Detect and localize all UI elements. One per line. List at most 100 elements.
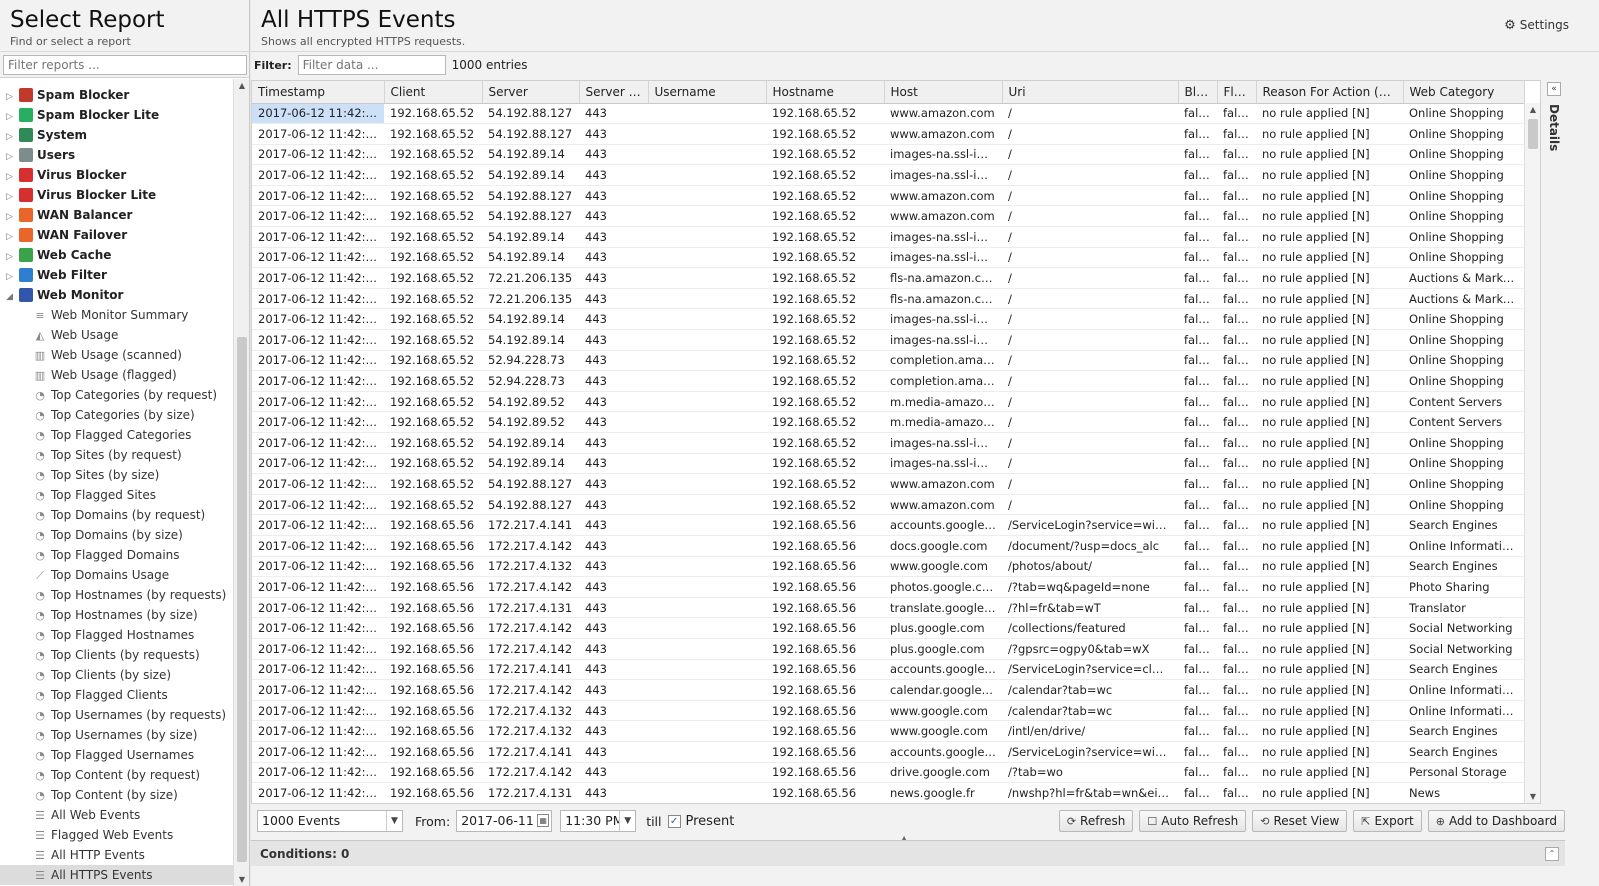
tree-item-web-cache[interactable]: ▷ Web Cache [0, 245, 234, 265]
report-item[interactable]: ≡ Web Monitor Summary [0, 305, 234, 325]
column-header[interactable]: Username [648, 81, 767, 104]
scroll-down-arrow-icon[interactable]: ▼ [234, 875, 250, 884]
table-row[interactable]: 2017-06-12 11:42:1... 192.168.65.56 172.21… [252, 556, 1524, 578]
column-header[interactable]: Client [384, 81, 483, 104]
table-row[interactable]: 2017-06-12 11:42:5... 192.168.65.52 54.192… [252, 144, 1524, 166]
tree-expand-icon[interactable]: ▷ [6, 147, 16, 167]
column-header[interactable]: Reason For Action (We... [1256, 81, 1404, 104]
table-row[interactable]: 2017-06-12 11:42:4... 192.168.65.52 54.192… [252, 308, 1524, 331]
table-row[interactable]: 2017-06-12 11:42:4... 192.168.65.52 72.21.… [252, 288, 1524, 310]
auto-refresh-button[interactable]: ☐ Auto Refresh [1139, 810, 1247, 832]
tree-expand-icon[interactable]: ▷ [6, 127, 16, 147]
table-row[interactable]: 2017-06-12 11:42:5... 192.168.65.52 54.192… [252, 164, 1524, 186]
report-item[interactable]: ◔ Top Categories (by size) [0, 405, 234, 425]
tree-expand-icon[interactable]: ▷ [6, 107, 16, 127]
report-item[interactable]: ◔ Top Domains (by request) [0, 505, 234, 525]
report-item[interactable]: ☰ All HTTPS Events [0, 865, 234, 885]
report-item[interactable]: ▥ Web Usage (scanned) [0, 345, 234, 365]
tree-item-wan-balancer[interactable]: ▷ WAN Balancer [0, 205, 234, 225]
table-row[interactable]: 2017-06-12 11:42:4... 192.168.65.52 54.192… [252, 329, 1524, 351]
export-button[interactable]: ⇱ Export [1353, 810, 1422, 832]
report-item[interactable]: ◔ Top Flagged Hostnames [0, 625, 234, 645]
report-item[interactable]: ☰ All Web Events [0, 805, 234, 825]
report-tree-scrollbar[interactable]: ▲ ▼ [233, 79, 249, 886]
from-time-field[interactable]: 11:30 PM ▼ [560, 810, 637, 832]
report-item[interactable]: ◔ Top Flagged Usernames [0, 745, 234, 765]
chevron-down-icon[interactable]: ▼ [386, 811, 402, 831]
scroll-up-arrow-icon[interactable]: ▲ [234, 81, 250, 90]
table-row[interactable]: 2017-06-12 11:42:4... 192.168.65.52 54.192… [252, 391, 1524, 413]
report-filter-input[interactable] [3, 55, 247, 75]
table-row[interactable]: 2017-06-12 11:42:1... 192.168.65.56 172.21… [252, 679, 1524, 701]
present-checkbox[interactable]: ✓ [667, 814, 681, 828]
table-row[interactable]: 2017-06-12 11:42:4... 192.168.65.52 52.94.… [252, 370, 1524, 392]
report-item[interactable]: ⟋ Top Domains Usage [0, 565, 234, 585]
table-row[interactable]: 2017-06-12 11:42:1... 192.168.65.56 172.21… [252, 514, 1524, 536]
report-item[interactable]: ◔ Top Clients (by size) [0, 665, 234, 685]
report-item[interactable]: ◔ Top Usernames (by size) [0, 725, 234, 745]
tree-item-web-filter[interactable]: ▷ Web Filter [0, 265, 234, 285]
calendar-icon[interactable]: ▦ [537, 814, 550, 827]
reset-view-button[interactable]: ⟲ Reset View [1252, 810, 1348, 832]
column-header[interactable]: Blo... [1178, 81, 1218, 104]
column-header[interactable]: Web Category [1403, 81, 1525, 104]
report-tree-scroll-thumb[interactable] [237, 337, 247, 862]
tree-expand-icon[interactable]: ▷ [6, 267, 16, 287]
table-row[interactable]: 2017-06-12 11:42:4... 192.168.65.52 54.192… [252, 205, 1524, 228]
report-item[interactable]: ◔ Top Flagged Domains [0, 545, 234, 565]
report-item[interactable]: ◭ Web Usage [0, 325, 234, 345]
table-row[interactable]: 2017-06-12 11:42:1... 192.168.65.56 172.21… [252, 720, 1524, 742]
tree-expand-icon[interactable]: ▷ [6, 187, 16, 207]
report-item[interactable]: ▥ Web Usage (flagged) [0, 365, 234, 385]
events-grid-scrollbar[interactable]: ▲ ▼ [1524, 103, 1540, 803]
conditions-bar[interactable]: Conditions: 0 ⌃ [251, 840, 1565, 866]
report-item[interactable]: ◔ Top Flagged Sites [0, 485, 234, 505]
tree-item-spam-blocker-lite[interactable]: ▷ Spam Blocker Lite [0, 105, 234, 125]
tree-item-users[interactable]: ▷ Users [0, 145, 234, 165]
report-item[interactable]: ◔ Top Content (by request) [0, 765, 234, 785]
table-row[interactable]: 2017-06-12 11:42:5... 192.168.65.52 54.192… [252, 123, 1524, 145]
table-row[interactable]: 2017-06-12 11:42:1... 192.168.65.56 172.21… [252, 782, 1524, 803]
column-header[interactable]: Server [482, 81, 580, 104]
report-item[interactable]: ◔ Top Content (by size) [0, 785, 234, 805]
chevron-down-icon[interactable]: ▼ [619, 811, 636, 831]
expand-details-icon[interactable]: « [1547, 82, 1561, 96]
tree-expand-icon[interactable]: ▷ [6, 247, 16, 267]
table-row[interactable]: 2017-06-12 11:42:1... 192.168.65.56 172.21… [252, 576, 1524, 598]
report-item[interactable]: ◔ Top Flagged Clients [0, 685, 234, 705]
table-row[interactable]: 2017-06-12 11:42:5... 192.168.65.52 54.192… [252, 103, 1524, 125]
table-row[interactable]: 2017-06-12 11:42:4... 192.168.65.52 72.21.… [252, 267, 1524, 289]
column-header[interactable]: Hostname [766, 81, 885, 104]
report-item[interactable]: ◔ Top Flagged Categories [0, 425, 234, 445]
scroll-down-arrow-icon[interactable]: ▼ [1525, 792, 1540, 801]
column-header[interactable]: Uri [1002, 81, 1179, 104]
report-item[interactable]: ◔ Top Clients (by requests) [0, 645, 234, 665]
tree-item-system[interactable]: ▷ System [0, 125, 234, 145]
report-item[interactable]: ◔ Top Usernames (by requests) [0, 705, 234, 725]
tree-item-wan-failover[interactable]: ▷ WAN Failover [0, 225, 234, 245]
tree-collapse-icon[interactable]: ◢ [6, 287, 16, 307]
table-row[interactable]: 2017-06-12 11:42:4... 192.168.65.52 54.192… [252, 453, 1524, 475]
table-row[interactable]: 2017-06-12 11:42:4... 192.168.65.52 54.192… [252, 473, 1524, 495]
column-header[interactable]: Server P... [579, 81, 649, 104]
tree-expand-icon[interactable]: ▷ [6, 207, 16, 227]
column-header[interactable]: Host [884, 81, 1003, 104]
table-row[interactable]: 2017-06-12 11:42:4... 192.168.65.52 54.192… [252, 226, 1524, 248]
table-row[interactable]: 2017-06-12 11:42:1... 192.168.65.56 172.21… [252, 535, 1524, 557]
events-grid-scroll-thumb[interactable] [1528, 119, 1538, 149]
report-item[interactable]: ◔ Top Categories (by request) [0, 385, 234, 405]
tree-expand-icon[interactable]: ▷ [6, 227, 16, 247]
expand-conditions-icon[interactable]: ⌃ [1545, 847, 1559, 861]
table-row[interactable]: 2017-06-12 11:42:1... 192.168.65.56 172.21… [252, 597, 1524, 619]
table-row[interactable]: 2017-06-12 11:42:4... 192.168.65.52 54.192… [252, 247, 1524, 269]
report-item[interactable]: ◔ Top Sites (by size) [0, 465, 234, 485]
table-row[interactable]: 2017-06-12 11:42:4... 192.168.65.52 54.192… [252, 432, 1524, 454]
table-row[interactable]: 2017-06-12 11:42:1... 192.168.65.56 172.21… [252, 638, 1524, 660]
scroll-up-arrow-icon[interactable]: ▲ [1525, 105, 1540, 114]
event-limit-select[interactable]: 1000 Events ▼ [257, 810, 403, 832]
report-item[interactable]: ◔ Top Hostnames (by size) [0, 605, 234, 625]
column-header[interactable]: Timestamp [252, 81, 385, 104]
tree-item-virus-blocker[interactable]: ▷ Virus Blocker [0, 165, 234, 185]
table-row[interactable]: 2017-06-12 11:42:1... 192.168.65.56 172.21… [252, 659, 1524, 681]
add-to-dashboard-button[interactable]: ⊕ Add to Dashboard [1427, 810, 1565, 832]
